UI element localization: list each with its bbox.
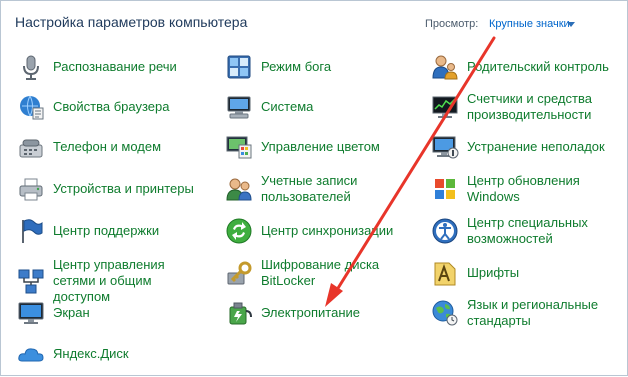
cp-item-label: Шифрование диска BitLocker <box>261 257 380 288</box>
cp-item-label: Распознавание речи <box>53 59 177 74</box>
cp-item-label: Центр специальных возможностей <box>467 215 588 246</box>
page-title: Настройка параметров компьютера <box>15 14 248 30</box>
cp-item-label: Устранение неполадок <box>467 139 605 154</box>
header-bar: Настройка параметров компьютера Просмотр… <box>1 1 627 41</box>
cp-item-performance[interactable]: Счетчики и средства производительности <box>429 91 622 123</box>
cp-item-yandex-disk[interactable]: Яндекс.Диск <box>15 338 208 370</box>
view-by-dropdown[interactable]: Крупные значки <box>489 18 570 30</box>
fonts-icon <box>429 257 461 289</box>
cp-item-label: Учетные записи пользователей <box>261 173 358 204</box>
color-management-icon <box>223 131 255 163</box>
cp-item-label: Система <box>261 99 314 114</box>
cp-item-action-center[interactable]: Центр поддержки <box>15 215 208 247</box>
cp-item-label: Управление цветом <box>261 139 380 154</box>
cp-item-label: Режим бога <box>261 59 332 74</box>
cp-item-region-language[interactable]: Язык и региональные стандарты <box>429 297 622 329</box>
cp-item-color-management[interactable]: Управление цветом <box>223 131 416 163</box>
display-icon <box>15 297 47 329</box>
cp-item-label: Шрифты <box>467 265 520 280</box>
cp-item-browser-properties[interactable]: Свойства браузера <box>15 91 208 123</box>
cp-item-sync-center[interactable]: Центр синхронизации <box>223 215 416 247</box>
microphone-icon <box>15 51 47 83</box>
user-accounts-icon <box>223 173 255 205</box>
cp-item-label: Центр обновления Windows <box>467 173 580 204</box>
cp-item-label: Центр синхронизации <box>261 223 394 238</box>
cp-item-accessibility[interactable]: Центр специальных возможностей <box>429 215 622 247</box>
accessibility-icon <box>429 215 461 247</box>
cp-item-label: Телефон и модем <box>53 139 162 154</box>
cp-item-label: Счетчики и средства производительности <box>467 91 592 122</box>
cp-item-label: Центр поддержки <box>53 223 160 238</box>
cp-item-label: Родительский контроль <box>467 59 609 74</box>
cp-item-phone-modem[interactable]: Телефон и модем <box>15 131 208 163</box>
view-by-label: Просмотр: <box>425 18 479 30</box>
cp-item-label: Электропитание <box>261 305 360 320</box>
phone-modem-icon <box>15 131 47 163</box>
cp-item-troubleshooting[interactable]: Устранение неполадок <box>429 131 622 163</box>
printer-icon <box>15 173 47 205</box>
parental-control-icon <box>429 51 461 83</box>
cp-item-label: Устройства и принтеры <box>53 181 194 196</box>
cp-item-label: Язык и региональные стандарты <box>467 297 599 328</box>
cp-item-god-mode[interactable]: Режим бога <box>223 51 416 83</box>
cp-item-devices-printers[interactable]: Устройства и принтеры <box>15 173 208 205</box>
cp-item-bitlocker[interactable]: Шифрование диска BitLocker <box>223 257 416 289</box>
cp-item-label: Свойства браузера <box>53 99 170 114</box>
cloud-icon <box>15 338 47 370</box>
chevron-down-icon[interactable] <box>567 22 575 27</box>
cp-item-windows-update[interactable]: Центр обновления Windows <box>429 173 622 205</box>
performance-icon <box>429 91 461 123</box>
cp-item-fonts[interactable]: Шрифты <box>429 257 622 289</box>
flag-icon <box>15 215 47 247</box>
computer-icon <box>223 91 255 123</box>
bitlocker-key-icon <box>223 257 255 289</box>
region-language-icon <box>429 297 461 329</box>
god-mode-icon <box>223 51 255 83</box>
browser-properties-icon <box>15 91 47 123</box>
sync-icon <box>223 215 255 247</box>
network-icon <box>15 265 47 297</box>
cp-item-system[interactable]: Система <box>223 91 416 123</box>
cp-item-label: Яндекс.Диск <box>53 346 129 361</box>
cp-item-user-accounts[interactable]: Учетные записи пользователей <box>223 173 416 205</box>
cp-item-power-options[interactable]: Электропитание <box>223 297 416 329</box>
cp-item-label: Экран <box>53 305 90 320</box>
windows-update-icon <box>429 173 461 205</box>
control-panel-window: Настройка параметров компьютера Просмотр… <box>0 0 628 376</box>
troubleshooting-icon <box>429 131 461 163</box>
power-options-icon <box>223 297 255 329</box>
cp-item-speech-recognition[interactable]: Распознавание речи <box>15 51 208 83</box>
cp-item-parental-control[interactable]: Родительский контроль <box>429 51 622 83</box>
cp-item-display[interactable]: Экран <box>15 297 208 329</box>
